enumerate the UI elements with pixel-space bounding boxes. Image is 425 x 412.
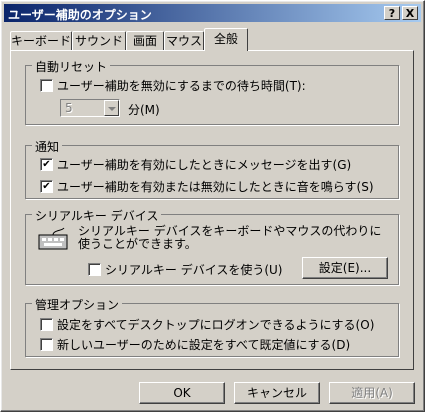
tab-keyboard[interactable]: キーボード [10, 31, 72, 50]
auto-reset-label: ユーザー補助を無効にするまでの待ち時間(T): [57, 79, 306, 93]
tab-keyboard-label: キーボード [11, 34, 72, 48]
notify-sound-checkbox[interactable]: ✔ [40, 180, 53, 193]
serialkeys-description: シリアルキー デバイスをキーボードやマウスの代わりに使うことができます。 [78, 224, 382, 251]
admin-logon-checkbox[interactable] [40, 318, 53, 331]
chevron-down-icon [108, 107, 116, 111]
window-title: ユーザー補助のオプション [8, 8, 152, 22]
close-icon: X [405, 7, 415, 20]
title-bar[interactable]: ユーザー補助のオプション ? X [4, 4, 421, 22]
close-button[interactable]: X [402, 6, 418, 20]
tab-mouse-label: マウス [165, 34, 202, 48]
tab-panel: 自動リセット ユーザー補助を無効にするまでの待ち時間(T): 5 分(M) 通知… [10, 50, 414, 370]
notification-group-label: 通知 [32, 138, 63, 155]
admin-defaults-label: 新しいユーザーのために設定をすべて既定値にする(D) [57, 338, 351, 352]
tab-display[interactable]: 画面 [126, 31, 164, 50]
serialkeys-checkbox-label: シリアルキー デバイスを使う(U) [105, 263, 283, 277]
serialkeys-group-label: シリアルキー デバイス [32, 207, 162, 224]
tab-general[interactable]: 全般 [204, 28, 248, 51]
notify-message-label: ユーザー補助を有効にしたときにメッセージを出す(G) [57, 158, 352, 172]
options-dialog: ユーザー補助のオプション ? X キーボード サウンド 画面 マウス 全般 自動… [0, 0, 425, 412]
admin-logon-label: 設定をすべてデスクトップにログオンできるようにする(O) [57, 318, 375, 332]
notification-group: 通知 ✔ ユーザー補助を有効にしたときにメッセージを出す(G) ✔ ユーザー補助… [25, 138, 399, 199]
auto-reset-group: 自動リセット ユーザー補助を無効にするまでの待ち時間(T): 5 分(M) [25, 58, 399, 125]
minutes-select[interactable]: 5 [60, 99, 120, 117]
tab-mouse[interactable]: マウス [164, 31, 204, 50]
cancel-button[interactable]: キャンセル [234, 382, 320, 404]
tab-sound-label: サウンド [74, 34, 123, 48]
tab-display-label: 画面 [132, 34, 157, 48]
serialkeys-checkbox[interactable] [88, 263, 101, 276]
apply-button[interactable]: 適用(A) [329, 382, 415, 404]
minutes-value: 5 [65, 101, 73, 115]
admin-options-group: 管理オプション 設定をすべてデスクトップにログオンできるようにする(O) 新しい… [25, 296, 399, 357]
admin-defaults-checkbox[interactable] [40, 338, 53, 351]
serialkeys-settings-button[interactable]: 設定(E)... [302, 257, 388, 279]
check-icon: ✔ [42, 159, 51, 170]
auto-reset-checkbox[interactable] [40, 79, 53, 92]
check-icon: ✔ [42, 181, 51, 192]
ok-button[interactable]: OK [139, 382, 225, 404]
serialkeys-group: シリアルキー デバイス シリアルキー デバイスをキーボードやマウスの代わりに使う… [25, 207, 399, 285]
minutes-unit-label: 分(M) [128, 103, 160, 117]
admin-options-group-label: 管理オプション [32, 296, 123, 313]
help-icon: ? [388, 7, 396, 20]
minutes-dropdown-button[interactable] [104, 100, 119, 116]
keyboard-icon [38, 227, 68, 250]
tab-sound[interactable]: サウンド [72, 31, 126, 50]
auto-reset-group-label: 自動リセット [32, 58, 111, 75]
notify-message-checkbox[interactable]: ✔ [40, 158, 53, 171]
tab-general-label: 全般 [213, 32, 238, 46]
help-button[interactable]: ? [384, 6, 400, 20]
notify-sound-label: ユーザー補助を有効または無効にしたときに音を鳴らす(S) [57, 180, 374, 194]
